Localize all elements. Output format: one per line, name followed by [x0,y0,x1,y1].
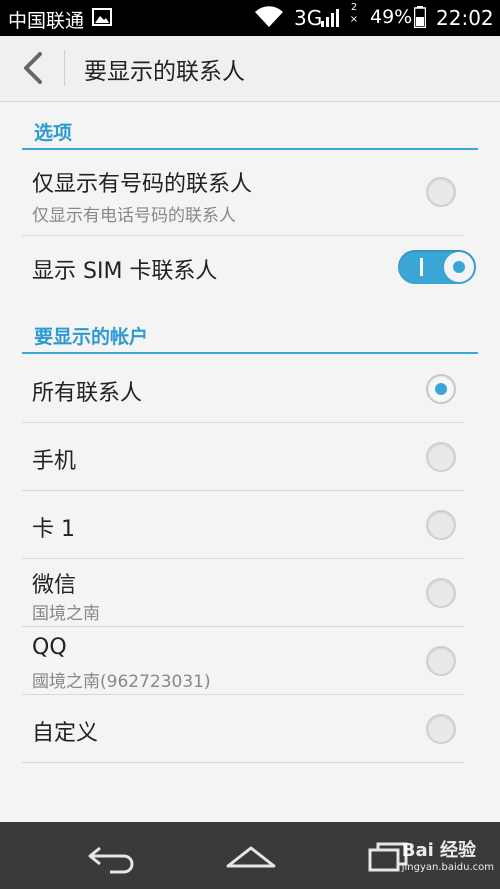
account-label: 微信 [32,573,77,598]
option-label: 显示 SIM 卡联系人 [32,259,218,284]
account-radio-card1[interactable] [426,510,456,540]
chevron-left-icon[interactable] [14,48,54,88]
show-sim-toggle[interactable] [398,250,476,284]
account-radio-wechat[interactable] [426,578,456,608]
home-icon[interactable] [224,836,278,876]
page-title: 要显示的联系人 [84,59,245,85]
account-item-phone[interactable]: 手机 [22,423,464,491]
account-item-qq[interactable]: QQ 國境之南(962723031) [22,627,464,695]
account-item-all[interactable]: 所有联系人 [22,355,464,423]
account-label: 自定义 [32,721,99,746]
toggle-on-mark [420,258,423,276]
account-item-wechat[interactable]: 微信 国境之南 [22,559,464,627]
app-bar-divider [64,50,65,86]
account-label: 手机 [32,449,77,474]
battery-percent: 49% [370,6,413,28]
option-description: 仅显示有电话号码的联系人 [32,206,236,226]
watermark-url: jingyan.baidu.com [401,862,494,873]
account-label: 所有联系人 [32,381,143,406]
account-label: 卡 1 [32,517,75,542]
account-radio-all[interactable] [426,374,456,404]
baidu-watermark: Bai 经验 jingyan.baidu.com [402,836,494,873]
account-radio-phone[interactable] [426,442,456,472]
account-label: QQ [32,635,67,660]
only-with-number-radio[interactable] [426,177,456,207]
status-bar: 中国联通 3G 2 × 49% 22:02 [0,0,500,36]
battery-icon [414,6,426,28]
toggle-knob [444,252,474,282]
account-radio-qq[interactable] [426,646,456,676]
watermark-brand: Bai 经验 [401,840,477,861]
account-item-card1[interactable]: 卡 1 [22,491,464,559]
sim2-indicator: 2 × [349,2,359,25]
clock: 22:02 [436,6,494,30]
account-radio-custom[interactable] [426,714,456,744]
account-sublabel: 国境之南 [32,604,100,624]
section-title: 要显示的帐户 [34,326,149,348]
account-sublabel: 國境之南(962723031) [32,672,211,692]
signal-icon [321,9,339,27]
back-icon[interactable] [86,836,136,876]
row-divider [22,762,464,763]
account-item-custom[interactable]: 自定义 [22,695,464,763]
picture-icon [92,8,112,26]
section-title: 选项 [34,122,73,144]
carrier-name: 中国联通 [8,10,85,32]
option-only-with-number[interactable]: 仅显示有号码的联系人 仅显示有电话号码的联系人 [22,150,464,236]
option-label: 仅显示有号码的联系人 [32,172,253,197]
option-show-sim[interactable]: 显示 SIM 卡联系人 [22,236,476,302]
section-header-options: 选项 [22,114,478,150]
app-bar: 要显示的联系人 [0,36,500,102]
section-header-accounts: 要显示的帐户 [22,318,478,354]
wifi-icon [255,6,283,27]
network-type: 3G [294,6,323,30]
